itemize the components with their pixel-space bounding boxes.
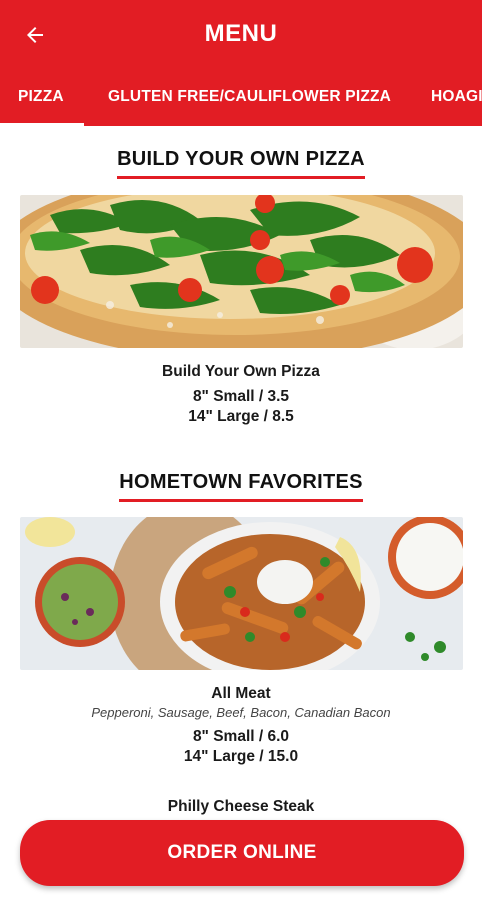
tab-hoagies[interactable]: HOAGIES	[431, 70, 482, 126]
item-name-build-your-own-pizza: Build Your Own Pizza	[162, 363, 320, 380]
item-description-all-meat: Pepperoni, Sausage, Beef, Bacon, Canadia…	[91, 705, 391, 720]
pizza-image[interactable]	[20, 195, 463, 348]
order-online-button[interactable]: ORDER ONLINE	[20, 820, 464, 886]
tab-pizza[interactable]: PIZZA	[0, 70, 84, 126]
item-price-large: 14" Large / 8.5	[188, 408, 294, 425]
menu-list[interactable]: BUILD YOUR OWN PIZZA Build Your Own Pizz…	[0, 126, 482, 900]
page-title: MENU	[204, 20, 278, 47]
item-price-small: 8" Small / 3.5	[192, 388, 290, 405]
tab-gluten-free-cauliflower-pizza[interactable]: GLUTEN FREE/CAULIFLOWER PIZZA	[108, 70, 391, 126]
item-name-philly-cheese-steak: Philly Cheese Steak	[167, 798, 315, 815]
all-meat-photo	[20, 517, 463, 670]
category-tabs: PIZZA GLUTEN FREE/CAULIFLOWER PIZZA HOAG…	[0, 70, 482, 126]
toolbar: MENU	[0, 0, 482, 68]
item-price-large: 14" Large / 15.0	[183, 748, 299, 765]
section-title-build-your-own: BUILD YOUR OWN PIZZA	[0, 148, 482, 179]
item-name-all-meat: All Meat	[211, 685, 271, 702]
item-price-small: 8" Small / 6.0	[192, 728, 290, 745]
app-bar: MENU PIZZA GLUTEN FREE/CAULIFLOWER PIZZA…	[0, 0, 482, 126]
all-meat-image[interactable]	[20, 517, 463, 670]
pizza-photo	[20, 195, 463, 348]
section-title-hometown-favorites: HOMETOWN FAVORITES	[0, 471, 482, 502]
